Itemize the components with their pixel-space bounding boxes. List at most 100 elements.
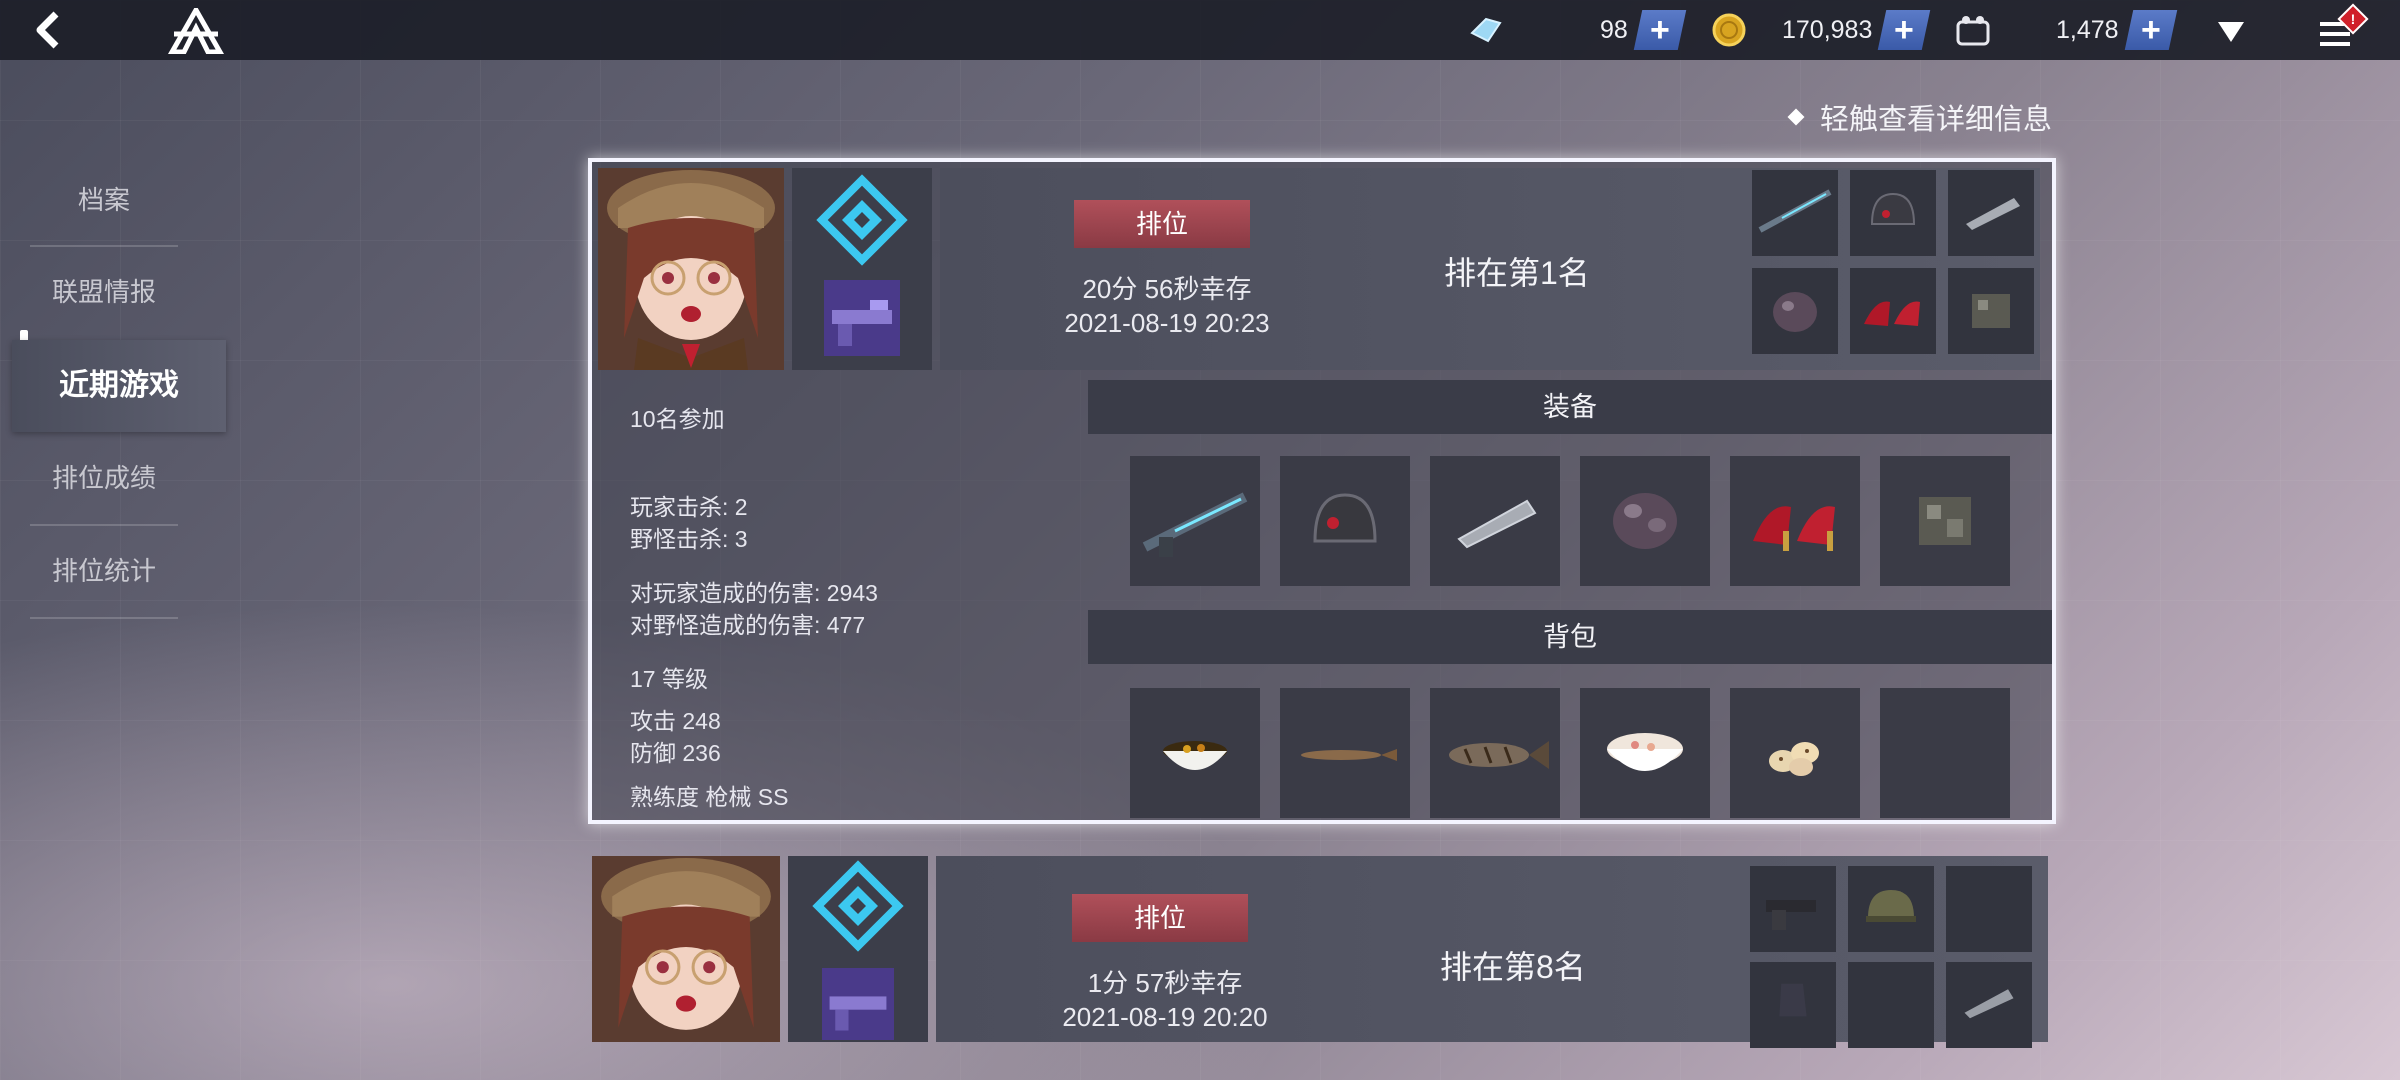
mini-equip-slot [1850, 268, 1936, 354]
mini-equip-slot [1752, 268, 1838, 354]
high-heels-icon [1864, 301, 1920, 326]
attack-stat: 攻击 248 [630, 708, 721, 734]
nav-item-alliance[interactable]: 联盟情报 [30, 246, 178, 338]
back-arrow-icon [36, 11, 59, 49]
arm-guard-icon [1964, 989, 2014, 1019]
hint-text: 轻触查看详细信息 [1820, 104, 2053, 136]
match-datetime: 2021-08-19 20:20 [1062, 1002, 1268, 1032]
helmet-icon [1866, 890, 1916, 922]
equipment-slot[interactable] [1430, 456, 1560, 586]
mini-equip-slot [1850, 170, 1936, 256]
mode-tag: 排位 [1072, 894, 1248, 942]
main-menu-button[interactable]: ! [2316, 3, 2369, 54]
character-portrait [598, 168, 784, 370]
player-kills: 玩家击杀: 2 [630, 494, 748, 520]
weapon-mastery: 熟练度 枪械 SS [630, 784, 789, 810]
armor-icon [1613, 493, 1677, 549]
gold-counter [1712, 0, 1746, 60]
eggs-icon [1769, 742, 1819, 776]
nav-item-rank-stats[interactable]: 排位统计 [30, 525, 178, 617]
add-gold-button[interactable]: + [1878, 10, 1931, 50]
rank-emblem-box [788, 856, 928, 1042]
grilled-fish-small-icon [1301, 749, 1397, 761]
rifle-icon [1142, 492, 1248, 557]
mini-equip-slot [1948, 268, 2034, 354]
equipment-slot[interactable] [1130, 456, 1260, 586]
monster-kills: 野怪击杀: 3 [630, 526, 748, 552]
match-time-info: 1分 57秒幸存 2021-08-19 20:20 [1030, 966, 1300, 1034]
glove-icon [1779, 983, 1807, 1017]
backpack-slot[interactable] [1280, 688, 1410, 818]
damage-to-monsters: 对野怪造成的伤害: 477 [630, 612, 866, 638]
match-card-expanded[interactable]: 排位 20分 56秒幸存 2021-08-19 20:23 排在第1名 10名参… [588, 158, 2056, 824]
match-stats-panel: 10名参加 玩家击杀: 2 野怪击杀: 3 对玩家造成的伤害: 2943 对野怪… [598, 378, 1068, 818]
weapon-type-icon [824, 280, 900, 356]
match-header: 排位 20分 56秒幸存 2021-08-19 20:23 排在第1名 [592, 162, 2052, 370]
gem-amount: 98 + [1600, 0, 1687, 60]
mini-equip-slot [1750, 866, 1836, 952]
gold-value: 170,983 [1782, 15, 1873, 44]
rifle-icon [1758, 189, 1832, 233]
back-button[interactable] [28, 10, 68, 50]
character-avatar-icon [592, 856, 780, 1042]
match-time-info: 20分 56秒幸存 2021-08-19 20:23 [1032, 272, 1302, 340]
ticket-amount: 1,478 + [2056, 0, 2177, 60]
damage-to-players: 对玩家造成的伤害: 2943 [630, 580, 878, 606]
ticket-counter [1956, 0, 1990, 60]
survival-time: 20分 56秒幸存 [1082, 274, 1252, 304]
bowl-food-icon [1163, 741, 1227, 770]
equipment-header: 装备 [1088, 380, 2052, 434]
pistol-icon [1766, 900, 1816, 930]
arm-guard-icon [1966, 198, 2020, 230]
add-tickets-button[interactable]: + [2124, 10, 2177, 50]
top-bar: 98 + 170,983 + 1,478 + ! [0, 0, 2400, 60]
accessory-icon [1972, 294, 2010, 328]
logo-icon [167, 4, 225, 55]
diamond-rank-icon [816, 174, 908, 266]
placement-text: 排在第1名 [1444, 255, 1590, 291]
equipment-slot[interactable] [1730, 456, 1860, 586]
paw-ticket-icon [1956, 16, 1990, 46]
dropdown-button[interactable] [2214, 14, 2248, 48]
equipment-slot[interactable] [1280, 456, 1410, 586]
character-avatar-icon [598, 168, 784, 370]
backpack-slot-empty[interactable] [1880, 688, 2010, 818]
rice-bowl-icon [1607, 733, 1683, 771]
gold-coin-icon [1712, 13, 1746, 47]
tap-hint: 轻触查看详细信息 [1787, 96, 2053, 138]
nav-item-rank-results[interactable]: 排位成绩 [30, 432, 178, 524]
gem-counter [1468, 0, 1602, 60]
mini-equip-slot [1946, 962, 2032, 1048]
backpack-slot[interactable] [1130, 688, 1260, 818]
nav-item-recent-games[interactable]: 近期游戏 [12, 340, 226, 432]
home-logo-button[interactable] [167, 4, 225, 55]
participants: 10名参加 [630, 406, 725, 432]
ticket-value: 1,478 [2056, 15, 2119, 44]
mini-equip-slot [1948, 170, 2034, 256]
armor-icon [1773, 292, 1817, 332]
gem-value: 98 [1600, 15, 1628, 44]
helmet-icon [1870, 192, 1916, 225]
mini-equip-slot [1848, 866, 1934, 952]
gem-icon [1470, 17, 1502, 43]
backpack-slot[interactable] [1430, 688, 1560, 818]
mini-equip-slot-empty [1848, 962, 1934, 1048]
backpack-slot[interactable] [1730, 688, 1860, 818]
triangle-down-icon [2218, 22, 2244, 42]
helmet-icon [1313, 493, 1377, 543]
mini-equip-slot [1750, 962, 1836, 1048]
gold-amount: 170,983 + [1782, 0, 1931, 60]
match-card-collapsed[interactable]: 排位 1分 57秒幸存 2021-08-19 20:20 排在第8名 [590, 854, 2050, 1048]
nav-divider [30, 617, 178, 619]
nav-item-profile[interactable]: 档案 [30, 154, 178, 246]
diamond-rank-icon [812, 860, 904, 952]
diamond-icon [1787, 108, 1805, 126]
equipment-slot[interactable] [1880, 456, 2010, 586]
placement-text: 排在第8名 [1440, 949, 1586, 985]
mode-tag: 排位 [1074, 200, 1250, 248]
weapon-type-icon [822, 968, 894, 1040]
equipment-slot[interactable] [1580, 456, 1710, 586]
defense-stat: 防御 236 [630, 740, 721, 766]
add-gems-button[interactable]: + [1633, 10, 1687, 50]
backpack-slot[interactable] [1580, 688, 1710, 818]
